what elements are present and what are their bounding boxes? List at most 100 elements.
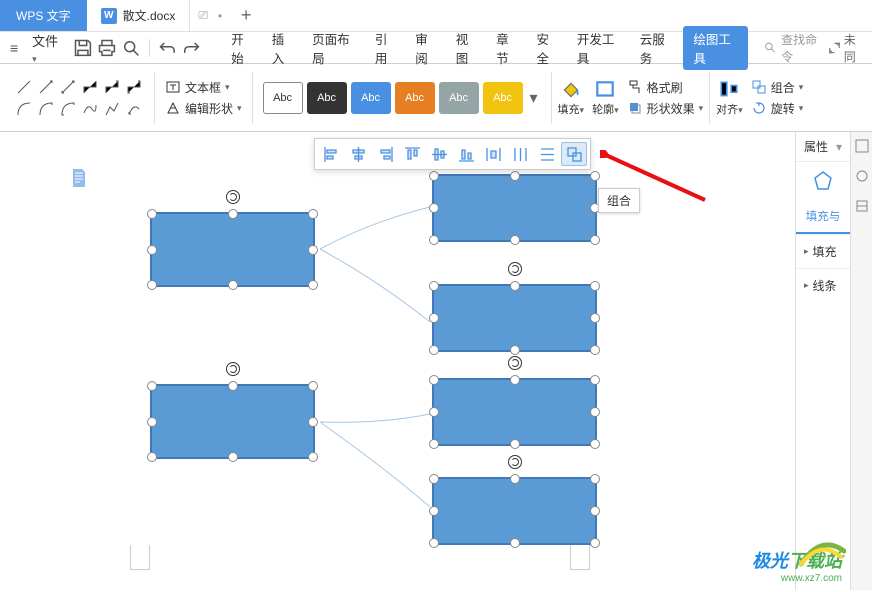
align-center-h-icon[interactable] (345, 142, 371, 166)
resize-handle[interactable] (308, 452, 318, 462)
rotate-button[interactable]: 旋转▾ (751, 100, 804, 117)
undo-icon[interactable] (158, 37, 178, 59)
canvas[interactable] (0, 132, 827, 590)
align-middle-v-icon[interactable] (426, 142, 452, 166)
rotate-handle[interactable] (226, 362, 240, 376)
resize-handle[interactable] (147, 381, 157, 391)
line-tool-7[interactable] (14, 99, 34, 119)
line-tool-3[interactable] (58, 77, 78, 97)
shape-box[interactable] (432, 174, 597, 242)
distribute-h2-icon[interactable] (507, 142, 533, 166)
shape-box[interactable] (150, 384, 315, 459)
resize-handle[interactable] (308, 209, 318, 219)
sync-button[interactable]: 未同 (828, 31, 866, 65)
shape-box[interactable] (150, 212, 315, 287)
sidebar-icon-1[interactable] (854, 138, 870, 154)
fill-button[interactable]: 填充▾ (554, 79, 589, 117)
resize-handle[interactable] (510, 235, 520, 245)
shape-style-5[interactable]: Abc (439, 82, 479, 114)
rotate-handle[interactable] (226, 190, 240, 204)
textbox-button[interactable]: 文本框 ▾ (165, 77, 242, 98)
resize-handle[interactable] (510, 171, 520, 181)
rotate-handle[interactable] (508, 356, 522, 370)
resize-handle[interactable] (429, 439, 439, 449)
hamburger-icon[interactable]: ≡ (6, 38, 22, 58)
resize-handle[interactable] (510, 474, 520, 484)
shape-style-6[interactable]: Abc (483, 82, 523, 114)
print-icon[interactable] (97, 37, 117, 59)
outline-button[interactable]: 轮廓▾ (588, 79, 623, 117)
resize-handle[interactable] (510, 439, 520, 449)
save-icon[interactable] (73, 37, 93, 59)
shape-box[interactable] (432, 378, 597, 446)
resize-handle[interactable] (308, 245, 318, 255)
property-line-section[interactable]: ▸线条 (796, 268, 850, 302)
sidebar-icon-2[interactable] (854, 168, 870, 184)
shape-effect-button[interactable]: 形状效果▾ (627, 100, 704, 117)
resize-handle[interactable] (590, 538, 600, 548)
resize-handle[interactable] (429, 281, 439, 291)
line-tool-5[interactable] (102, 77, 122, 97)
shape-style-3[interactable]: Abc (351, 82, 391, 114)
search-command[interactable]: 查找命令 (764, 31, 826, 65)
screen-icon[interactable]: ⎚ (198, 8, 208, 23)
rotate-handle[interactable] (508, 455, 522, 469)
resize-handle[interactable] (590, 375, 600, 385)
line-tool-11[interactable] (102, 99, 122, 119)
tab-developer[interactable]: 开发工具 (569, 25, 630, 71)
align-top-icon[interactable] (399, 142, 425, 166)
resize-handle[interactable] (510, 345, 520, 355)
resize-handle[interactable] (510, 375, 520, 385)
line-tool-1[interactable] (14, 77, 34, 97)
resize-handle[interactable] (510, 281, 520, 291)
resize-handle[interactable] (510, 538, 520, 548)
format-painter-button[interactable]: 格式刷 (627, 79, 704, 96)
property-fill-section[interactable]: ▸填充 (796, 234, 850, 268)
line-tool-10[interactable] (80, 99, 100, 119)
file-menu[interactable]: 文件 ▾ (26, 29, 69, 67)
resize-handle[interactable] (147, 209, 157, 219)
app-tab[interactable]: WPS 文字 (0, 0, 87, 31)
resize-handle[interactable] (147, 417, 157, 427)
preview-icon[interactable] (121, 37, 141, 59)
resize-handle[interactable] (429, 506, 439, 516)
resize-handle[interactable] (590, 407, 600, 417)
distribute-v-icon[interactable] (534, 142, 560, 166)
resize-handle[interactable] (429, 171, 439, 181)
shape-style-4[interactable]: Abc (395, 82, 435, 114)
resize-handle[interactable] (429, 313, 439, 323)
resize-handle[interactable] (228, 452, 238, 462)
resize-handle[interactable] (429, 407, 439, 417)
property-shape-icon[interactable] (796, 162, 850, 200)
resize-handle[interactable] (590, 313, 600, 323)
align-button[interactable]: 对齐▾ (712, 79, 747, 117)
line-tool-4[interactable] (80, 77, 100, 97)
tab-drawing-tools[interactable]: 绘图工具 (683, 26, 748, 70)
distribute-h-icon[interactable] (480, 142, 506, 166)
doc-tab[interactable]: W 散文.docx (87, 0, 191, 31)
dot-icon[interactable]: • (218, 9, 222, 23)
rotate-handle[interactable] (508, 262, 522, 276)
align-left-icon[interactable] (318, 142, 344, 166)
group-icon[interactable] (561, 142, 587, 166)
line-tool-12[interactable] (124, 99, 144, 119)
shape-style-more[interactable]: ▾ (527, 82, 541, 114)
resize-handle[interactable] (429, 235, 439, 245)
resize-handle[interactable] (590, 439, 600, 449)
resize-handle[interactable] (590, 506, 600, 516)
resize-handle[interactable] (429, 538, 439, 548)
align-bottom-icon[interactable] (453, 142, 479, 166)
group-button[interactable]: 组合▾ (751, 79, 804, 96)
shape-box[interactable] (432, 477, 597, 545)
property-tab-fill[interactable]: 填充与 (796, 200, 850, 234)
line-tool-8[interactable] (36, 99, 56, 119)
line-tool-6[interactable] (124, 77, 144, 97)
resize-handle[interactable] (147, 452, 157, 462)
resize-handle[interactable] (429, 474, 439, 484)
resize-handle[interactable] (308, 280, 318, 290)
resize-handle[interactable] (429, 203, 439, 213)
resize-handle[interactable] (429, 345, 439, 355)
resize-handle[interactable] (590, 235, 600, 245)
align-right-icon[interactable] (372, 142, 398, 166)
resize-handle[interactable] (429, 375, 439, 385)
